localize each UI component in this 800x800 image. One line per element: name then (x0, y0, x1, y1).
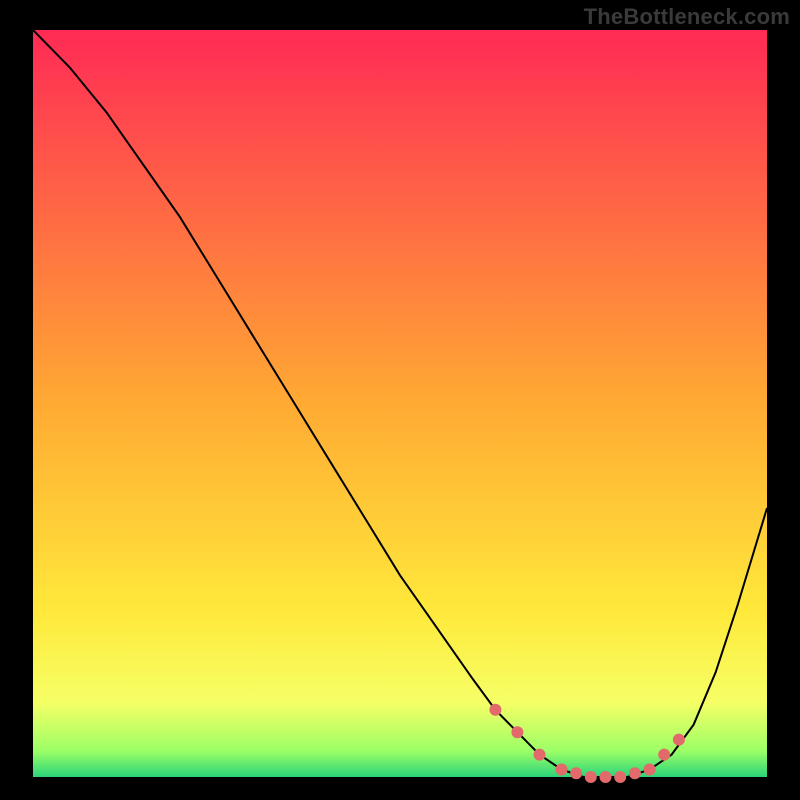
highlight-dot (673, 734, 685, 746)
highlight-dot (629, 767, 641, 779)
highlight-dot (614, 771, 626, 783)
highlight-dot (600, 771, 612, 783)
highlight-dot (644, 764, 656, 776)
highlight-dot (534, 749, 546, 761)
chart-frame: TheBottleneck.com (0, 0, 800, 800)
highlight-dot (511, 726, 523, 738)
highlight-dot (585, 771, 597, 783)
highlight-dot (556, 764, 568, 776)
highlight-dot (570, 767, 582, 779)
highlight-dot (658, 749, 670, 761)
bottleneck-chart (0, 0, 800, 800)
highlight-dot (489, 704, 501, 716)
plot-background (33, 30, 767, 777)
